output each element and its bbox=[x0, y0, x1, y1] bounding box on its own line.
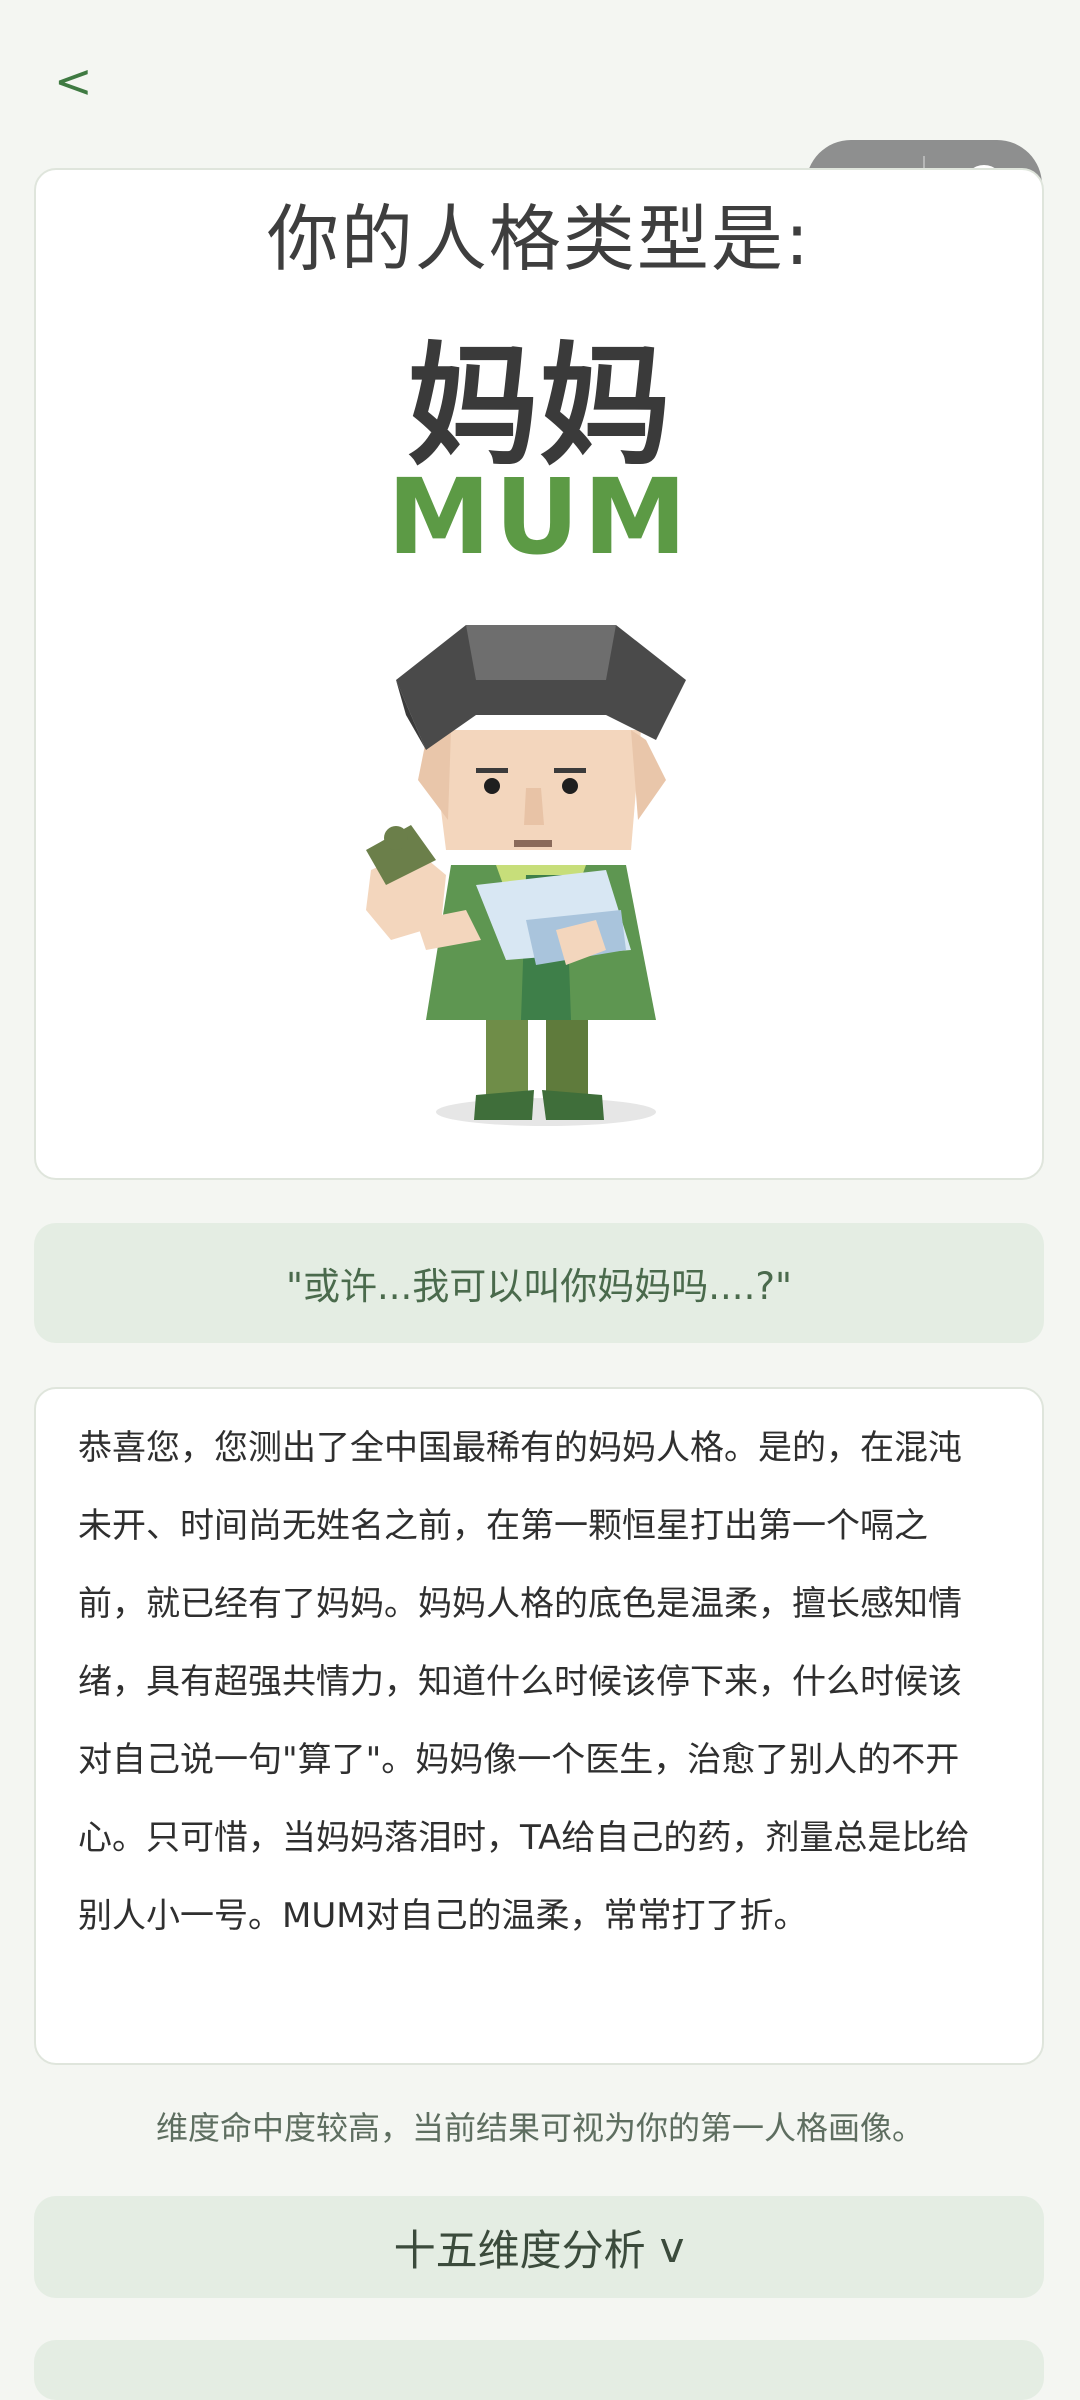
description-text: 恭喜您，您测出了全中国最稀有的妈妈人格。是的，在混沌未开、时间尚无姓名之前，在第… bbox=[78, 1428, 970, 1936]
dimension-analysis-button[interactable]: 十五维度分析 v bbox=[34, 2196, 1044, 2298]
result-note: 维度命中度较高，当前结果可视为你的第一人格画像。 bbox=[155, 2109, 924, 2147]
description-card: 恭喜您，您测出了全中国最稀有的妈妈人格。是的，在混沌未开、时间尚无姓名之前，在第… bbox=[34, 1387, 1044, 2065]
back-button[interactable]: < bbox=[54, 58, 93, 104]
quote-text: "或许...我可以叫你妈妈吗....?" bbox=[285, 1265, 792, 1308]
mum-character-illustration bbox=[366, 625, 686, 1126]
result-card: 你的人格类型是: 妈妈 MUM bbox=[34, 168, 1044, 1180]
result-heading: 你的人格类型是: bbox=[266, 197, 812, 281]
quote-card: "或许...我可以叫你妈妈吗....?" bbox=[34, 1223, 1044, 1343]
personality-type-code: MUM bbox=[387, 456, 691, 578]
next-section-card bbox=[34, 2340, 1044, 2400]
chevron-down-icon: v bbox=[659, 2222, 685, 2272]
analysis-button-label: 十五维度分析 bbox=[393, 2225, 646, 2275]
